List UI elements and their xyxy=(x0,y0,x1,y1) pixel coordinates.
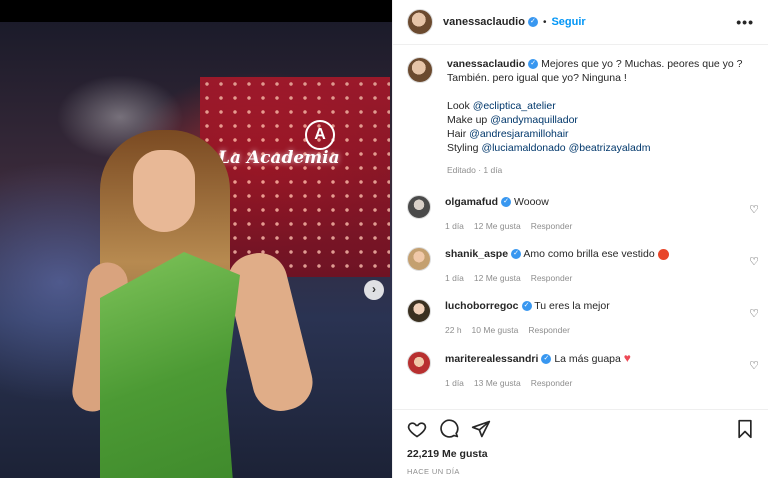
avatar[interactable] xyxy=(407,247,431,271)
likes-count[interactable]: 22,219 Me gusta xyxy=(407,448,755,460)
caption-meta: Editado · 1 día xyxy=(447,165,503,175)
avatar[interactable] xyxy=(407,351,431,375)
show-logo-badge: A xyxy=(305,120,335,150)
comment-text: Tu eres la mejor xyxy=(534,300,610,312)
red-heart-emoji-icon: ♥ xyxy=(623,351,631,365)
post-header: vanessaclaudio ✓ • Seguir ••• xyxy=(393,0,768,45)
comment-username[interactable]: olgamafud xyxy=(445,196,498,208)
show-logo-text: La Academia xyxy=(218,148,340,168)
next-arrow-icon[interactable]: › xyxy=(364,280,384,300)
reply-button[interactable]: Responder xyxy=(531,221,573,231)
follow-button[interactable]: Seguir xyxy=(551,16,585,28)
mention-link[interactable]: @ecliptica_atelier xyxy=(473,100,556,112)
credit-prefix: Styling xyxy=(447,142,482,154)
reply-button[interactable]: Responder xyxy=(528,325,570,335)
reply-button[interactable]: Responder xyxy=(531,378,573,388)
comment-time: 1 día xyxy=(445,378,464,388)
heart-eyes-emoji-icon xyxy=(657,248,669,260)
comment-username[interactable]: luchoborregoc xyxy=(445,300,519,312)
credit-prefix: Make up xyxy=(447,114,491,126)
verified-icon: ✓ xyxy=(501,197,512,208)
share-icon[interactable] xyxy=(471,419,491,439)
comment-likes[interactable]: 10 Me gusta xyxy=(472,325,519,335)
verified-icon: ✓ xyxy=(527,17,538,27)
avatar[interactable] xyxy=(407,57,433,83)
heart-icon[interactable]: ♡ xyxy=(749,255,759,268)
comment-icon[interactable] xyxy=(439,419,459,439)
comment-text: Wooow xyxy=(514,196,549,208)
credit-prefix: Hair xyxy=(447,128,470,140)
list-item: luchoborregoc ✓ Tu eres la mejor 22 h 10 M… xyxy=(393,299,768,337)
comment-text: Amo como brilla ese vestido xyxy=(523,248,655,260)
reply-button[interactable]: Responder xyxy=(531,273,573,283)
bookmark-icon[interactable] xyxy=(735,419,755,439)
post-actions: 22,219 Me gusta HACE UN DÍA xyxy=(393,409,768,478)
woman-face xyxy=(133,150,195,232)
header-username[interactable]: vanessaclaudio xyxy=(443,16,525,28)
verified-icon: ✓ xyxy=(511,249,522,260)
comments-list[interactable]: vanessaclaudio ✓ Mejores que yo ? Muchas.… xyxy=(393,45,768,409)
mention-link[interactable]: @andresjaramillohair xyxy=(469,128,568,140)
caption-username[interactable]: vanessaclaudio xyxy=(447,58,525,70)
post-side-panel: vanessaclaudio ✓ • Seguir ••• vanessacla… xyxy=(392,0,768,478)
comment-text: La más guapa xyxy=(554,353,621,365)
heart-icon[interactable]: ♡ xyxy=(749,203,759,216)
caption-line-1: Mejores que yo ? Muchas. peores que yo ? xyxy=(541,58,743,70)
mention-link[interactable]: @andymaquillador xyxy=(490,114,578,126)
caption-line-2: También. pero igual que yo? Ninguna ! xyxy=(447,72,627,84)
list-item: olgamafud ✓ Wooow 1 día 12 Me gusta Respond… xyxy=(393,195,768,233)
comment-likes[interactable]: 12 Me gusta xyxy=(474,273,521,283)
comment-username[interactable]: mariterealessandri xyxy=(445,353,538,365)
comment-time: 22 h xyxy=(445,325,462,335)
avatar[interactable] xyxy=(407,9,433,35)
separator-dot: • xyxy=(542,16,547,28)
comment-likes[interactable]: 12 Me gusta xyxy=(474,221,521,231)
post-timestamp: HACE UN DÍA xyxy=(407,467,460,476)
post-image[interactable]: A La Academia › xyxy=(0,22,392,478)
comment-time: 1 día xyxy=(445,221,464,231)
top-bar xyxy=(0,0,392,22)
comment-time: 1 día xyxy=(445,273,464,283)
heart-icon[interactable]: ♡ xyxy=(749,359,759,372)
heart-icon[interactable]: ♡ xyxy=(749,307,759,320)
heart-icon[interactable] xyxy=(407,419,427,439)
post-caption: vanessaclaudio ✓ Mejores que yo ? Muchas.… xyxy=(393,45,768,177)
more-options-icon[interactable]: ••• xyxy=(736,14,754,30)
credit-prefix: Look xyxy=(447,100,473,112)
list-item: mariterealessandri ✓ La más guapa ♥ 1 día… xyxy=(393,351,768,390)
list-item: shanik_aspe ✓ Amo como brilla ese vestido… xyxy=(393,247,768,285)
mention-link[interactable]: @beatrizayaladm xyxy=(569,142,651,154)
comment-likes[interactable]: 13 Me gusta xyxy=(474,378,521,388)
mention-link[interactable]: @luciamaldonado xyxy=(481,142,565,154)
verified-icon: ✓ xyxy=(521,301,532,312)
avatar[interactable] xyxy=(407,195,431,219)
comment-username[interactable]: shanik_aspe xyxy=(445,248,508,260)
verified-icon: ✓ xyxy=(528,59,539,70)
avatar[interactable] xyxy=(407,299,431,323)
verified-icon: ✓ xyxy=(541,354,552,365)
